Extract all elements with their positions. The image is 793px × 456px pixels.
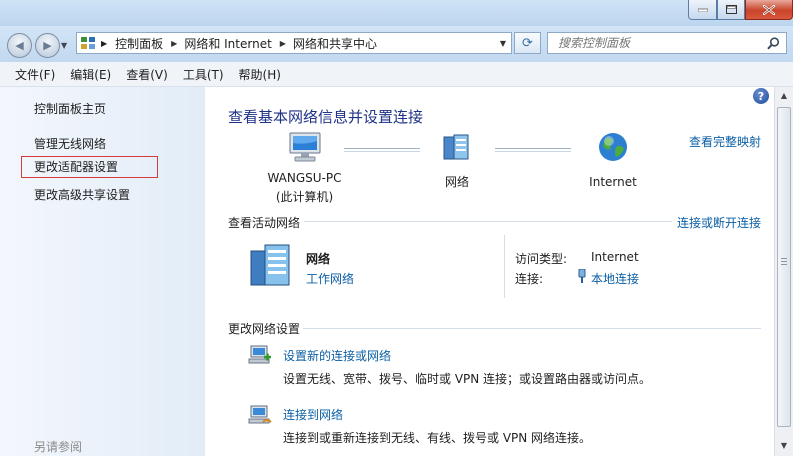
task-connect-network-desc: 连接到或重新连接到无线、有线、拨号或 VPN 网络连接。 <box>283 431 592 445</box>
address-row: ◀ ▶ ▼ ▶ 控制面板 ▶ 网络和 Internet ▶ 网络和共享中心 ▼ … <box>0 26 793 62</box>
menu-help[interactable]: 帮助(H) <box>239 66 281 83</box>
minimize-button[interactable] <box>688 0 717 20</box>
access-type-value: Internet <box>591 250 639 264</box>
new-connection-icon <box>248 345 271 364</box>
close-icon <box>763 4 775 15</box>
section-divider <box>304 221 672 222</box>
grip-icon <box>781 258 787 259</box>
network-building-icon <box>250 244 290 286</box>
network-type-link[interactable]: 工作网络 <box>306 270 354 287</box>
globe-icon <box>599 133 627 161</box>
internet-node[interactable]: Internet <box>583 131 643 189</box>
search-icon[interactable] <box>767 37 780 50</box>
computer-node[interactable]: WANGSU-PC (此计算机) <box>267 131 342 205</box>
active-networks-heading: 查看活动网络 <box>228 216 301 230</box>
close-button[interactable] <box>745 0 793 20</box>
scroll-up-icon[interactable]: ▲ <box>775 87 793 104</box>
scroll-down-icon[interactable]: ▼ <box>775 437 793 454</box>
menu-view[interactable]: 查看(V) <box>126 66 168 83</box>
breadcrumb-chevron-icon[interactable]: ▶ <box>171 39 177 48</box>
search-box <box>547 32 787 54</box>
task-setup-connection-desc: 设置无线、宽带、拨号、临时或 VPN 连接；或设置路由器或访问点。 <box>283 372 652 386</box>
task-connect-network-link[interactable]: 连接到网络 <box>283 406 343 423</box>
sidebar-item-manage-wireless[interactable]: 管理无线网络 <box>34 135 106 152</box>
back-arrow-icon: ◀ <box>15 39 24 52</box>
menu-edit[interactable]: 编辑(E) <box>70 66 111 83</box>
connection-label: 连接: <box>515 272 544 286</box>
refresh-icon: ⟳ <box>522 35 533 51</box>
access-type-label: 访问类型: <box>515 252 568 266</box>
connection-line <box>344 148 420 152</box>
control-panel-icon <box>81 37 95 49</box>
ethernet-icon <box>578 269 586 283</box>
breadcrumb-network-sharing-center[interactable]: 网络和共享中心 <box>293 35 377 52</box>
maximize-icon <box>725 5 737 14</box>
sidebar-item-control-panel-home[interactable]: 控制面板主页 <box>34 100 106 117</box>
back-button[interactable]: ◀ <box>7 33 32 58</box>
page-title: 查看基本网络信息并设置连接 <box>228 108 424 126</box>
breadcrumb: 控制面板 ▶ 网络和 Internet ▶ 网络和共享中心 <box>115 35 377 52</box>
connect-disconnect-link[interactable]: 连接或断开连接 <box>677 214 761 231</box>
maximize-button[interactable] <box>717 0 745 20</box>
main-content: ? 查看基本网络信息并设置连接 查看完整映射 WANGSU-PC (此计算机) … <box>205 87 774 456</box>
vertical-divider <box>504 235 505 298</box>
sidebar-item-advanced-sharing[interactable]: 更改高级共享设置 <box>34 186 130 203</box>
active-network-name: 网络 <box>306 252 331 266</box>
sidebar-item-change-adapter-settings[interactable]: 更改适配器设置 <box>21 156 158 178</box>
internet-label: Internet <box>589 175 637 189</box>
help-icon[interactable]: ? <box>753 88 769 104</box>
local-connection-link[interactable]: 本地连接 <box>591 270 639 287</box>
breadcrumb-root-chevron-icon[interactable]: ▶ <box>101 39 107 48</box>
network-label: 网络 <box>444 175 469 189</box>
connection-line <box>495 148 571 152</box>
scroll-thumb[interactable] <box>777 107 791 427</box>
menu-tools[interactable]: 工具(T) <box>183 66 224 83</box>
view-full-map-link[interactable]: 查看完整映射 <box>689 133 761 150</box>
sidebar: 控制面板主页 管理无线网络 更改适配器设置 更改高级共享设置 另请参阅 <box>0 87 205 456</box>
task-setup-connection-link[interactable]: 设置新的连接或网络 <box>283 347 391 364</box>
computer-subtitle: (此计算机) <box>275 190 334 204</box>
search-input[interactable] <box>556 33 760 53</box>
network-icon <box>443 134 469 160</box>
forward-button[interactable]: ▶ <box>35 33 60 58</box>
window-controls <box>688 0 793 20</box>
network-node[interactable]: 网络 <box>437 133 477 190</box>
menu-file[interactable]: 文件(F) <box>15 66 55 83</box>
forward-arrow-icon: ▶ <box>43 39 52 52</box>
change-settings-heading: 更改网络设置 <box>228 322 301 336</box>
breadcrumb-control-panel[interactable]: 控制面板 <box>115 35 163 52</box>
connect-network-icon <box>248 405 272 424</box>
menu-bar: 文件(F) 编辑(E) 查看(V) 工具(T) 帮助(H) <box>0 62 793 87</box>
history-dropdown-icon[interactable]: ▼ <box>61 41 67 50</box>
section-divider <box>303 328 761 329</box>
see-also-heading: 另请参阅 <box>34 440 83 454</box>
computer-name: WANGSU-PC <box>267 171 342 185</box>
computer-icon <box>289 132 320 162</box>
breadcrumb-chevron-icon[interactable]: ▶ <box>280 39 286 48</box>
breadcrumb-network-internet[interactable]: 网络和 Internet <box>184 35 271 52</box>
minimize-icon <box>697 8 708 12</box>
vertical-scrollbar[interactable]: ▲ ▼ <box>774 87 793 456</box>
address-dropdown-icon[interactable]: ▼ <box>500 39 506 48</box>
address-bar[interactable]: ▶ 控制面板 ▶ 网络和 Internet ▶ 网络和共享中心 ▼ <box>76 32 512 54</box>
refresh-button[interactable]: ⟳ <box>514 32 541 54</box>
title-bar <box>0 0 793 26</box>
